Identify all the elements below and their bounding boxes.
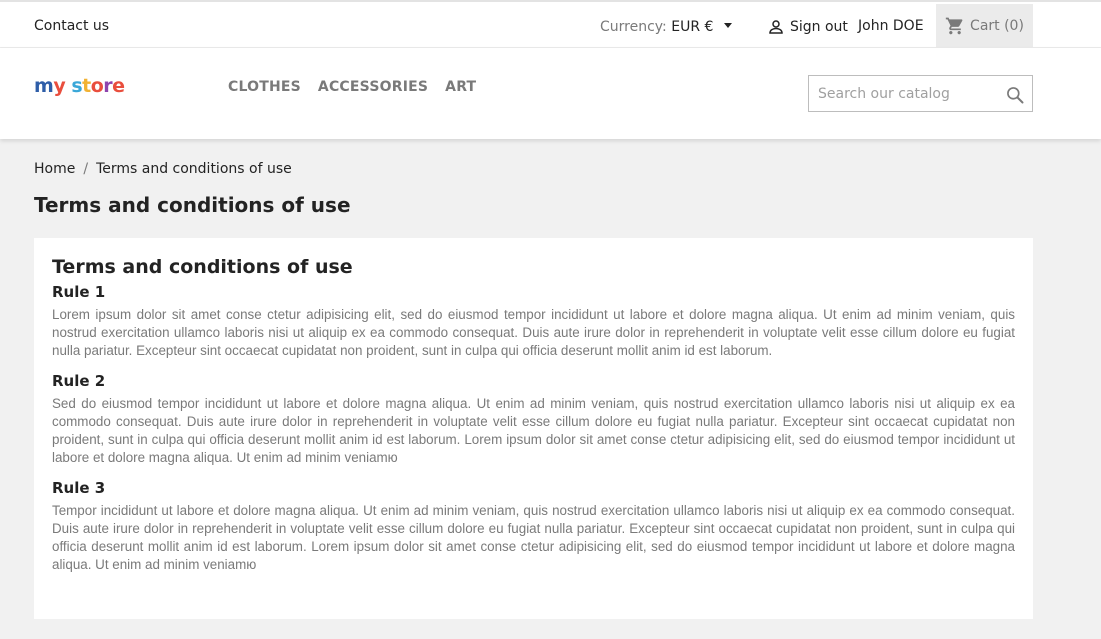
rule-text: Lorem ipsum dolor sit amet conse ctetur … [52, 307, 1015, 358]
rule-section: Rule 2 Sed do eiusmod tempor incididunt … [52, 371, 1015, 467]
caret-down-icon [723, 22, 732, 28]
rule-section: Rule 3 Tempor incididunt ut labore et do… [52, 478, 1015, 574]
rule-title: Rule 1 [52, 283, 106, 301]
rule-title: Rule 2 [52, 372, 106, 390]
sign-out-link[interactable]: Sign out [767, 18, 848, 36]
breadcrumb-home-link[interactable]: Home [34, 161, 75, 177]
menu-item-clothes[interactable]: CLOTHES [228, 79, 301, 95]
user-icon [769, 20, 783, 34]
breadcrumb-current: Terms and conditions of use [96, 161, 292, 177]
main-menu: CLOTHES ACCESSORIES ART [228, 79, 476, 95]
shopping-cart-icon [945, 17, 963, 35]
menu-item-art[interactable]: ART [445, 79, 476, 95]
content-heading: Terms and conditions of use [52, 256, 353, 278]
cart-button[interactable]: Cart (0) [936, 4, 1033, 48]
rule-text: Sed do eiusmod tempor incididunt ut labo… [52, 396, 1015, 465]
rule-text: Tempor incididunt ut labore et dolore ma… [52, 503, 1015, 572]
currency-value: EUR € [671, 19, 714, 35]
site-header: my store CLOTHES ACCESSORIES ART [0, 48, 1101, 139]
search-input[interactable] [809, 76, 999, 111]
rule-title: Rule 3 [52, 479, 106, 497]
account-name-link[interactable]: John DOE [858, 18, 924, 34]
breadcrumb-separator: / [83, 161, 89, 177]
content-card: Terms and conditions of use Rule 1 Lorem… [34, 238, 1033, 619]
breadcrumb: Home / Terms and conditions of use [34, 161, 292, 177]
search-widget [808, 75, 1033, 112]
contact-us-link[interactable]: Contact us [34, 18, 109, 34]
cart-label: Cart (0) [970, 18, 1024, 34]
currency-label: Currency: [600, 19, 667, 35]
top-nav-bar: Contact us Currency: EUR € Sign out John… [0, 0, 1101, 48]
currency-selector[interactable]: Currency: EUR € [600, 19, 732, 35]
search-icon[interactable] [1005, 85, 1025, 105]
menu-item-accessories[interactable]: ACCESSORIES [318, 79, 428, 95]
page-title: Terms and conditions of use [34, 193, 351, 217]
sign-out-label: Sign out [790, 19, 848, 35]
store-logo[interactable]: my store [34, 75, 125, 97]
rule-section: Rule 1 Lorem ipsum dolor sit amet conse … [52, 282, 1015, 360]
